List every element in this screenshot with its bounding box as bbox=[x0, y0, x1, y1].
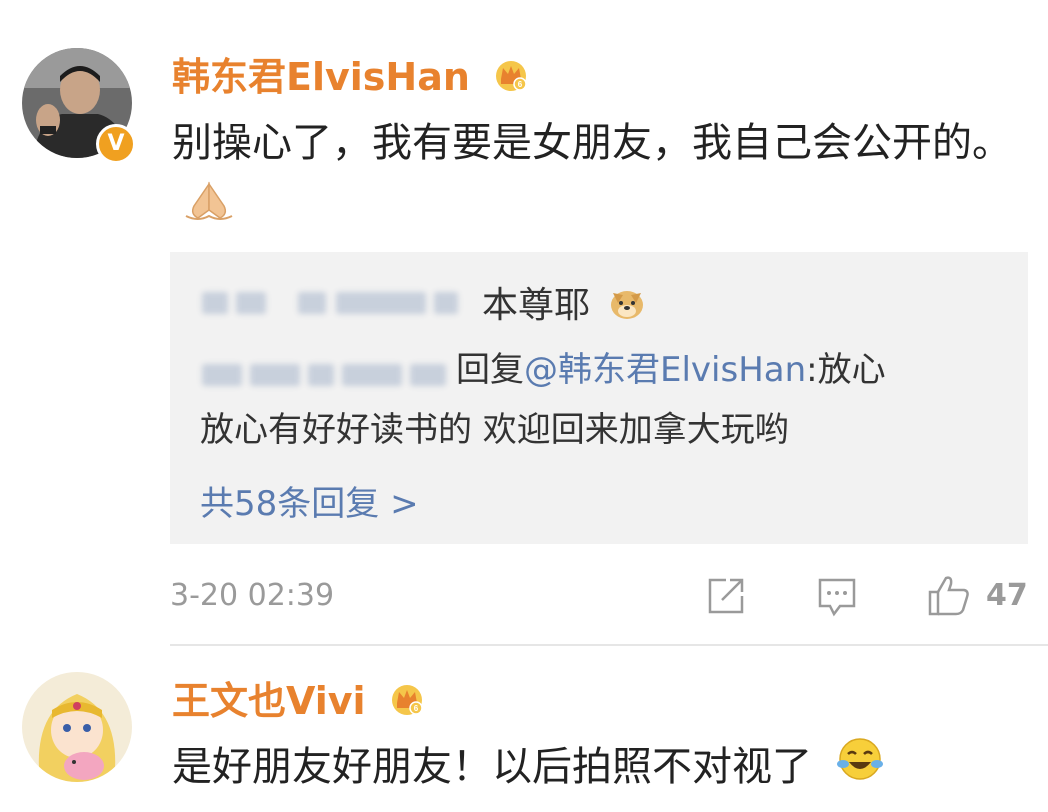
thumbs-up-icon[interactable] bbox=[926, 572, 972, 622]
vip-crown-icon: 6 bbox=[493, 57, 529, 103]
blurred-username bbox=[410, 364, 446, 386]
vip-crown-icon: 6 bbox=[389, 681, 425, 727]
blurred-username bbox=[434, 292, 458, 314]
folded-hands-emoji bbox=[182, 178, 236, 244]
reply-text-part: :放心 bbox=[806, 350, 886, 390]
comment-icon[interactable] bbox=[816, 576, 858, 622]
like-count: 47 bbox=[986, 578, 1028, 613]
reply-text-line-2: 放心有好好读书的 欢迎回来加拿大玩哟 bbox=[200, 410, 789, 450]
share-icon[interactable] bbox=[706, 576, 748, 620]
doge-emoji bbox=[607, 283, 647, 332]
avatar[interactable] bbox=[22, 672, 132, 782]
reply-preview[interactable]: 本尊耶 回复@韩东君ElvisHan:放心 放心有好好读书的 欢迎回来加拿大玩哟… bbox=[170, 252, 1028, 544]
verified-badge: V bbox=[96, 124, 136, 164]
reply-prefix: 回复 bbox=[456, 350, 524, 390]
username[interactable]: 王文也Vivi 6 bbox=[172, 678, 425, 727]
blurred-username bbox=[308, 364, 334, 386]
blurred-username bbox=[336, 292, 426, 314]
blurred-username bbox=[236, 292, 266, 314]
view-more-replies-link[interactable]: 共58条回复 > bbox=[200, 476, 419, 525]
laughing-tears-emoji bbox=[835, 734, 885, 804]
mention-link[interactable]: @韩东君ElvisHan bbox=[524, 350, 806, 390]
reply-author[interactable]: 本尊耶 bbox=[482, 276, 647, 332]
username[interactable]: 韩东君ElvisHan 6 bbox=[172, 54, 529, 103]
blurred-username bbox=[298, 292, 326, 314]
svg-text:6: 6 bbox=[414, 704, 419, 713]
svg-text:6: 6 bbox=[518, 80, 523, 89]
blurred-username bbox=[202, 364, 242, 386]
username-text: 王文也Vivi bbox=[172, 679, 366, 723]
timestamp: 3-20 02:39 bbox=[170, 578, 335, 613]
blurred-username bbox=[250, 364, 300, 386]
comment-text: 是好朋友好朋友！以后拍照不对视了 bbox=[172, 734, 1032, 804]
divider bbox=[170, 644, 1048, 646]
blurred-username bbox=[202, 292, 228, 314]
comment-text: 别操心了，我有要是女朋友，我自己会公开的。 bbox=[172, 110, 1032, 244]
comment-thread: V 韩东君ElvisHan 6 别操心了，我有要是女朋友，我自己会公开的。 本尊… bbox=[0, 0, 1048, 812]
reply-author-name: 本尊耶 bbox=[482, 285, 591, 326]
comment-body: 是好朋友好朋友！以后拍照不对视了 bbox=[172, 744, 812, 790]
comment-body: 别操心了，我有要是女朋友，我自己会公开的。 bbox=[172, 120, 1012, 166]
reply-text-line-1: 回复@韩东君ElvisHan:放心 bbox=[456, 348, 886, 392]
blurred-username bbox=[342, 364, 402, 386]
username-text: 韩东君ElvisHan bbox=[172, 55, 470, 99]
